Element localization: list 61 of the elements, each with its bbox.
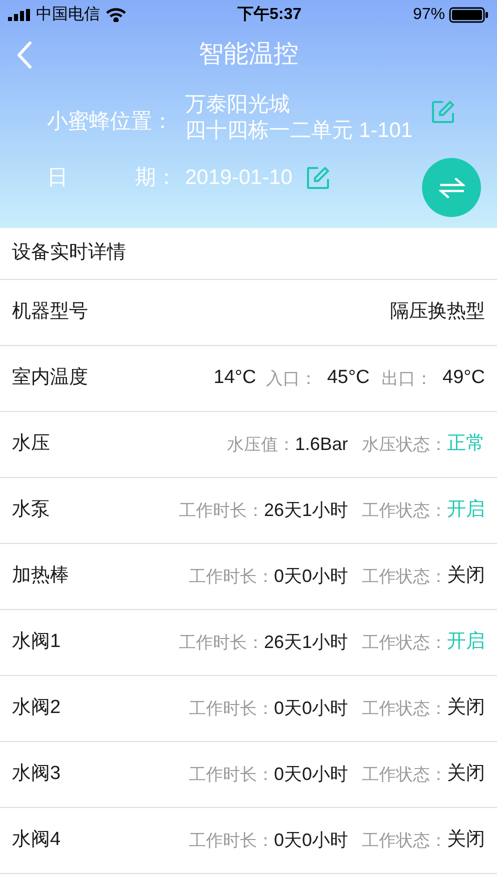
- wifi-icon: [106, 8, 126, 22]
- value-label: 工作时长：: [188, 698, 274, 720]
- status-label: 工作状态：: [362, 500, 447, 522]
- value-label: 水压值：: [226, 434, 295, 456]
- section-title: 设备实时详情: [12, 241, 126, 266]
- value-text: 0天0小时: [274, 763, 348, 786]
- value-label: 工作时长：: [188, 566, 274, 588]
- row-label: 水阀4: [12, 828, 61, 852]
- value-label: 工作时长：: [188, 830, 274, 852]
- row-value: 隔压换热型: [390, 300, 485, 324]
- row-label: 水阀1: [12, 630, 61, 654]
- row-label: 水阀2: [12, 696, 61, 720]
- value-label: 工作时长：: [188, 764, 274, 786]
- battery-icon: [449, 7, 489, 23]
- value-text: 0天0小时: [274, 829, 348, 852]
- value-text: 1.6Bar: [294, 433, 348, 456]
- outlet-temperature: 49°C: [442, 366, 485, 390]
- status-text: 正常: [447, 432, 485, 456]
- outlet-label: 出口：: [382, 368, 433, 390]
- back-icon: [16, 41, 32, 69]
- status-text: 开启: [447, 630, 485, 654]
- inlet-temperature: 45°C: [327, 366, 370, 390]
- row-label: 加热棒: [12, 564, 69, 588]
- page-title: 智能温控: [198, 39, 298, 70]
- status-label: 水压状态：: [362, 434, 447, 456]
- date-label: 日: [47, 165, 68, 191]
- row-label: 水阀3: [12, 762, 61, 786]
- value-label: 工作时长：: [178, 500, 264, 522]
- value-text: 26天1小时: [264, 499, 348, 522]
- battery-percent: 97%: [412, 5, 445, 25]
- value-text: 26天1小时: [264, 631, 348, 654]
- location-text: 四十四栋一二单元 1-101: [185, 118, 413, 144]
- row-label: 室内温度: [12, 366, 88, 390]
- inlet-label: 入口：: [266, 368, 318, 390]
- status-label: 工作状态：: [362, 698, 447, 720]
- row-label: 机器型号: [12, 300, 88, 324]
- date-text: 2019-01-10: [185, 165, 292, 191]
- location-text: 万泰阳光城: [185, 92, 291, 118]
- value-label: 工作时长：: [178, 632, 264, 654]
- status-label: 工作状态：: [362, 632, 447, 654]
- clock-time: 下午5:37: [237, 4, 302, 25]
- value-text: 0天0小时: [274, 697, 348, 720]
- status-text: 关闭: [447, 828, 485, 852]
- edit-icon[interactable]: [306, 166, 330, 190]
- status-label: 工作状态：: [362, 764, 447, 786]
- signal-icon: [8, 9, 30, 21]
- date-label: 期：: [135, 165, 177, 191]
- status-text: 关闭: [447, 696, 485, 720]
- location-label: 小蜜蜂位置：: [47, 109, 174, 135]
- indoor-temperature: 14°C: [214, 366, 256, 390]
- status-label: 工作状态：: [362, 566, 447, 588]
- value-text: 0天0小时: [274, 565, 348, 588]
- swap-icon: [438, 176, 464, 198]
- status-text: 关闭: [447, 564, 485, 588]
- carrier-name: 中国电信: [36, 4, 100, 25]
- status-text: 开启: [447, 498, 485, 522]
- row-label: 水压: [12, 432, 50, 456]
- status-label: 工作状态：: [362, 830, 447, 852]
- row-label: 水泵: [12, 498, 50, 522]
- status-text: 关闭: [447, 762, 485, 786]
- edit-icon[interactable]: [430, 100, 455, 124]
